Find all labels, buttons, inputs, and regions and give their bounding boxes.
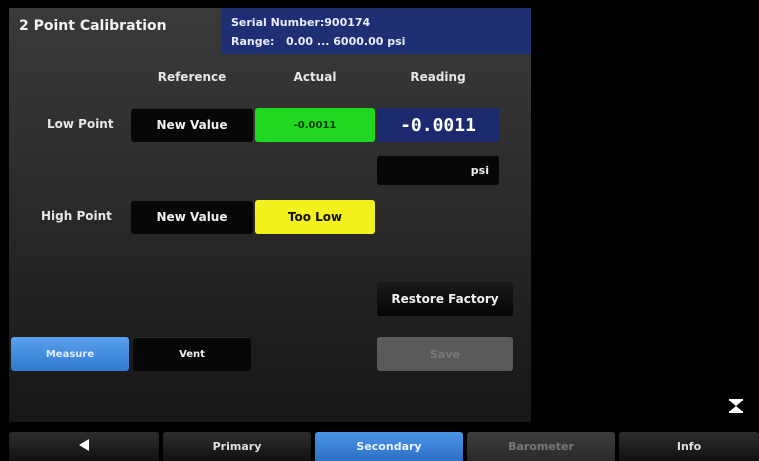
save-button[interactable]: Save <box>377 337 513 371</box>
triangle-left-icon <box>78 438 90 455</box>
column-header-actual: Actual <box>293 70 337 84</box>
measure-button[interactable]: Measure <box>11 337 129 371</box>
unit-selector[interactable]: psi <box>377 155 499 185</box>
restore-factory-button[interactable]: Restore Factory <box>377 282 513 316</box>
serial-number: Serial Number:900174 <box>231 16 371 29</box>
high-point-label: High Point <box>41 209 112 223</box>
tab-secondary[interactable]: Secondary <box>315 432 463 461</box>
low-point-reading-value: -0.0011 <box>377 108 499 142</box>
low-point-label: Low Point <box>47 117 114 131</box>
column-header-reference: Reference <box>157 70 227 84</box>
high-point-new-value-button[interactable]: New Value <box>131 200 253 234</box>
tab-barometer[interactable]: Barometer <box>467 432 615 461</box>
tab-back[interactable] <box>9 432 159 461</box>
vent-button[interactable]: Vent <box>133 337 251 371</box>
page-title: 2 Point Calibration <box>19 18 167 34</box>
column-header-reading: Reading <box>410 70 466 84</box>
high-point-actual-status[interactable]: Too Low <box>255 200 375 234</box>
tab-primary[interactable]: Primary <box>163 432 311 461</box>
low-point-new-value-button[interactable]: New Value <box>131 108 253 142</box>
instrument-info-box: Serial Number:900174 Range: 0.00 ... 600… <box>221 8 531 54</box>
tab-info[interactable]: Info <box>619 432 759 461</box>
low-point-actual-value[interactable]: -0.0011 <box>255 108 375 142</box>
hourglass-icon <box>728 398 744 414</box>
range: Range: 0.00 ... 6000.00 psi <box>231 35 406 48</box>
